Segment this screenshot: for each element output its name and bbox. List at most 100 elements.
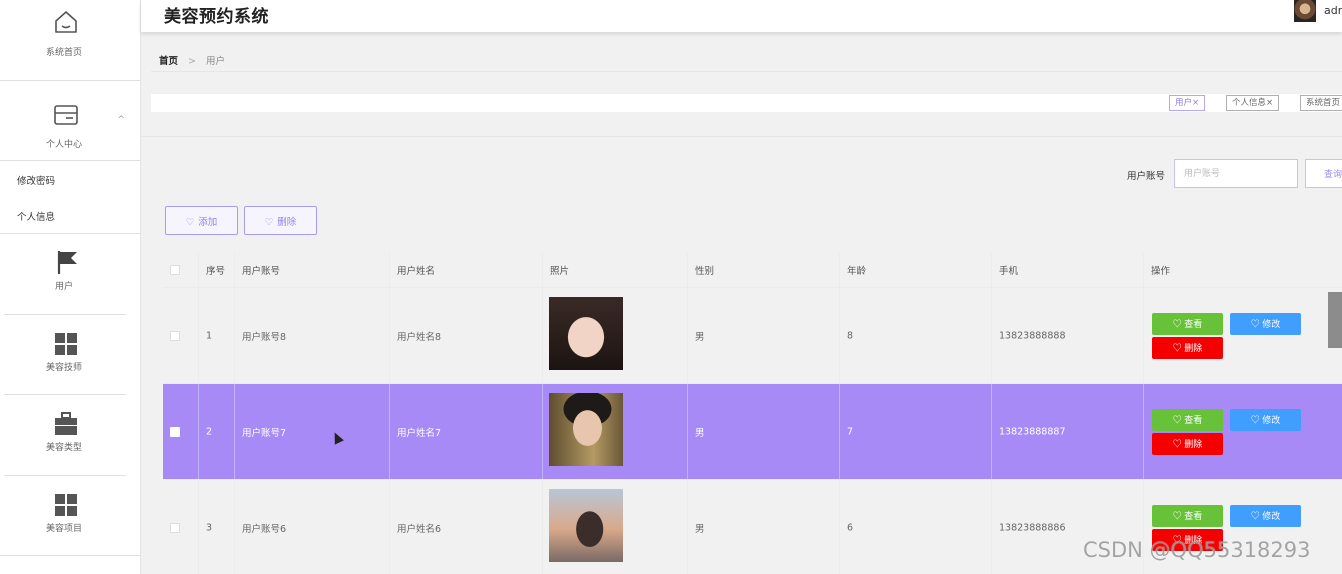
user-photo — [549, 393, 623, 466]
sidebar-item-label: 用户 — [54, 282, 73, 292]
row-index: 3 — [206, 522, 213, 533]
sidebar-item-label: 系统首页 — [45, 48, 82, 58]
grid-icon — [55, 494, 77, 516]
user-account: 用户账号8 — [242, 331, 287, 343]
sidebar-item-home[interactable]: 系统首页 — [0, 0, 141, 81]
card-icon — [54, 105, 78, 125]
row-index: 2 — [206, 426, 213, 437]
breadcrumb-separator: > — [188, 56, 197, 67]
user-gender: 男 — [695, 427, 705, 439]
column-header: 性别 — [695, 266, 715, 277]
breadcrumb-home[interactable]: 首页 — [159, 56, 178, 67]
column-header: 手机 — [999, 266, 1019, 277]
delete-label: 删除 — [1184, 343, 1203, 353]
edit-button[interactable]: ♡ 修改 — [1230, 409, 1301, 431]
sidebar-subitem-profile[interactable]: 个人信息 — [17, 209, 55, 223]
user-photo — [549, 489, 623, 562]
sidebar-item-users[interactable]: 用户 — [0, 234, 141, 315]
heart-icon: ♡ — [1250, 415, 1263, 425]
sidebar-item-beauty-types[interactable]: 美容类型 — [0, 395, 141, 475]
sidebar-item-technicians[interactable]: 美容技师 — [0, 315, 141, 395]
delete-button[interactable]: ♡ 删除 — [1152, 337, 1223, 359]
user-age: 8 — [847, 330, 854, 341]
query-button[interactable]: 查询 — [1305, 159, 1342, 188]
view-label: 查看 — [1184, 415, 1203, 425]
heart-icon: ♡ — [1172, 415, 1185, 425]
grid-icon — [55, 333, 77, 355]
tag-users[interactable]: 用户× — [1169, 95, 1206, 111]
edit-button[interactable]: ♡ 修改 — [1230, 313, 1301, 335]
row-checkbox[interactable] — [170, 522, 180, 533]
heart-icon: ♡ — [1172, 439, 1185, 449]
search-input[interactable] — [1174, 159, 1298, 188]
column-header: 序号 — [206, 266, 226, 277]
heart-icon: ♡ — [185, 216, 195, 228]
heart-icon: ♡ — [1172, 343, 1185, 353]
heart-icon: ♡ — [1250, 319, 1263, 329]
sidebar-item-personal[interactable]: 个人中心 ^ — [0, 81, 141, 161]
avatar[interactable] — [1294, 0, 1316, 22]
row-checkbox[interactable] — [170, 330, 180, 341]
user-phone: 13823888886 — [999, 522, 1066, 533]
home-icon — [55, 11, 77, 33]
app-title: 美容预约系统 — [164, 7, 269, 27]
add-label: 添加 — [198, 216, 218, 228]
user-name[interactable]: adm — [1324, 4, 1342, 17]
user-age: 7 — [847, 426, 854, 437]
batch-delete-button[interactable]: ♡ 删除 — [244, 206, 317, 235]
user-photo — [549, 297, 623, 370]
user-phone: 13823888887 — [999, 426, 1066, 437]
user-name: 用户姓名8 — [397, 331, 442, 343]
tag-home[interactable]: 系统首页 — [1300, 95, 1342, 111]
sidebar-item-beauty-projects[interactable]: 美容项目 — [0, 476, 141, 556]
edit-button[interactable]: ♡ 修改 — [1230, 505, 1301, 527]
user-gender: 男 — [695, 331, 705, 343]
breadcrumb: 首页 > 用户 — [159, 53, 225, 67]
flag-icon — [57, 251, 77, 274]
heart-icon: ♡ — [1172, 319, 1185, 329]
delete-label: 删除 — [277, 216, 297, 228]
chevron-up-icon: ^ — [117, 115, 125, 125]
column-header: 年龄 — [847, 266, 867, 277]
user-name: 用户姓名7 — [397, 427, 442, 439]
heart-icon: ♡ — [264, 216, 274, 228]
add-button[interactable]: ♡ 添加 — [165, 206, 238, 235]
view-button[interactable]: ♡ 查看 — [1152, 313, 1223, 335]
view-button[interactable]: ♡ 查看 — [1152, 505, 1223, 527]
column-header: 用户姓名 — [397, 266, 436, 277]
view-button[interactable]: ♡ 查看 — [1152, 409, 1223, 431]
edit-label: 修改 — [1262, 319, 1281, 329]
sidebar-item-label: 美容项目 — [45, 524, 82, 534]
briefcase-icon — [55, 412, 77, 435]
user-account: 用户账号6 — [242, 523, 287, 535]
user-account: 用户账号7 — [242, 427, 287, 439]
sidebar-item-label: 个人中心 — [45, 140, 82, 150]
user-phone: 13823888888 — [999, 330, 1066, 341]
column-header: 照片 — [550, 266, 570, 277]
tag-profile[interactable]: 个人信息× — [1226, 95, 1280, 111]
heart-icon: ♡ — [1250, 511, 1263, 521]
top-header: 美容预约系统 adm — [141, 0, 1342, 32]
sidebar-item-label: 美容技师 — [45, 363, 82, 373]
column-header: 操作 — [1151, 266, 1171, 277]
view-label: 查看 — [1184, 511, 1203, 521]
user-name: 用户姓名6 — [397, 523, 442, 535]
row-index: 1 — [206, 330, 213, 341]
column-header: 用户账号 — [242, 266, 281, 277]
edit-label: 修改 — [1262, 511, 1281, 521]
select-all-checkbox[interactable] — [170, 265, 180, 275]
scrollbar-thumb[interactable] — [1328, 292, 1342, 348]
user-gender: 男 — [695, 523, 705, 535]
table-row[interactable]: 1 用户账号8 用户姓名8 男 8 13823888888 ♡ 查看 ♡ 修改 … — [163, 288, 1342, 384]
sidebar-subitem-change-password[interactable]: 修改密码 — [17, 173, 55, 187]
search-label: 用户账号 — [1127, 171, 1166, 182]
row-checkbox[interactable] — [170, 426, 180, 437]
sidebar: 系统首页 个人中心 ^ 修改密码 个人信息 用户 美容技师 美容类型 美容项目 — [0, 0, 141, 574]
watermark: CSDN @QQ55318293 — [1083, 538, 1311, 562]
tags-bar — [151, 94, 1342, 112]
table-header: 序号 用户账号 用户姓名 照片 性别 年龄 手机 操作 — [163, 253, 1342, 288]
sidebar-item-label: 美容类型 — [45, 443, 82, 453]
delete-button[interactable]: ♡ 删除 — [1152, 433, 1223, 455]
delete-label: 删除 — [1184, 439, 1203, 449]
heart-icon: ♡ — [1172, 511, 1185, 521]
